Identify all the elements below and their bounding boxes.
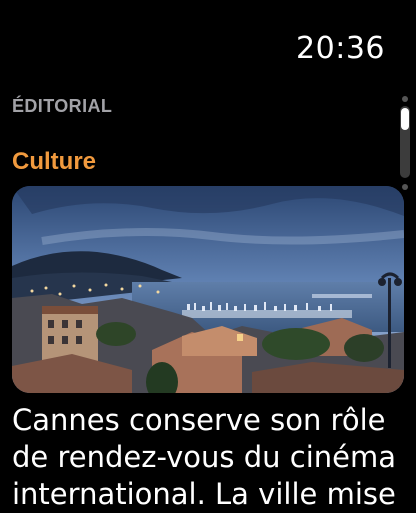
article-category[interactable]: Culture bbox=[12, 148, 96, 176]
cannes-harbor-image bbox=[12, 186, 404, 393]
scroll-top-dot bbox=[402, 96, 408, 102]
section-label: ÉDITORIAL bbox=[12, 96, 113, 116]
status-time: 20:36 bbox=[296, 31, 385, 66]
scroll-indicator[interactable] bbox=[400, 96, 410, 194]
scroll-thumb[interactable] bbox=[401, 108, 409, 130]
article-headline[interactable]: Cannes conserve son rôle de rendez-vous … bbox=[12, 402, 412, 513]
scroll-bottom-dot bbox=[402, 184, 408, 190]
scroll-track bbox=[400, 106, 410, 178]
article-hero-image[interactable] bbox=[12, 186, 404, 393]
